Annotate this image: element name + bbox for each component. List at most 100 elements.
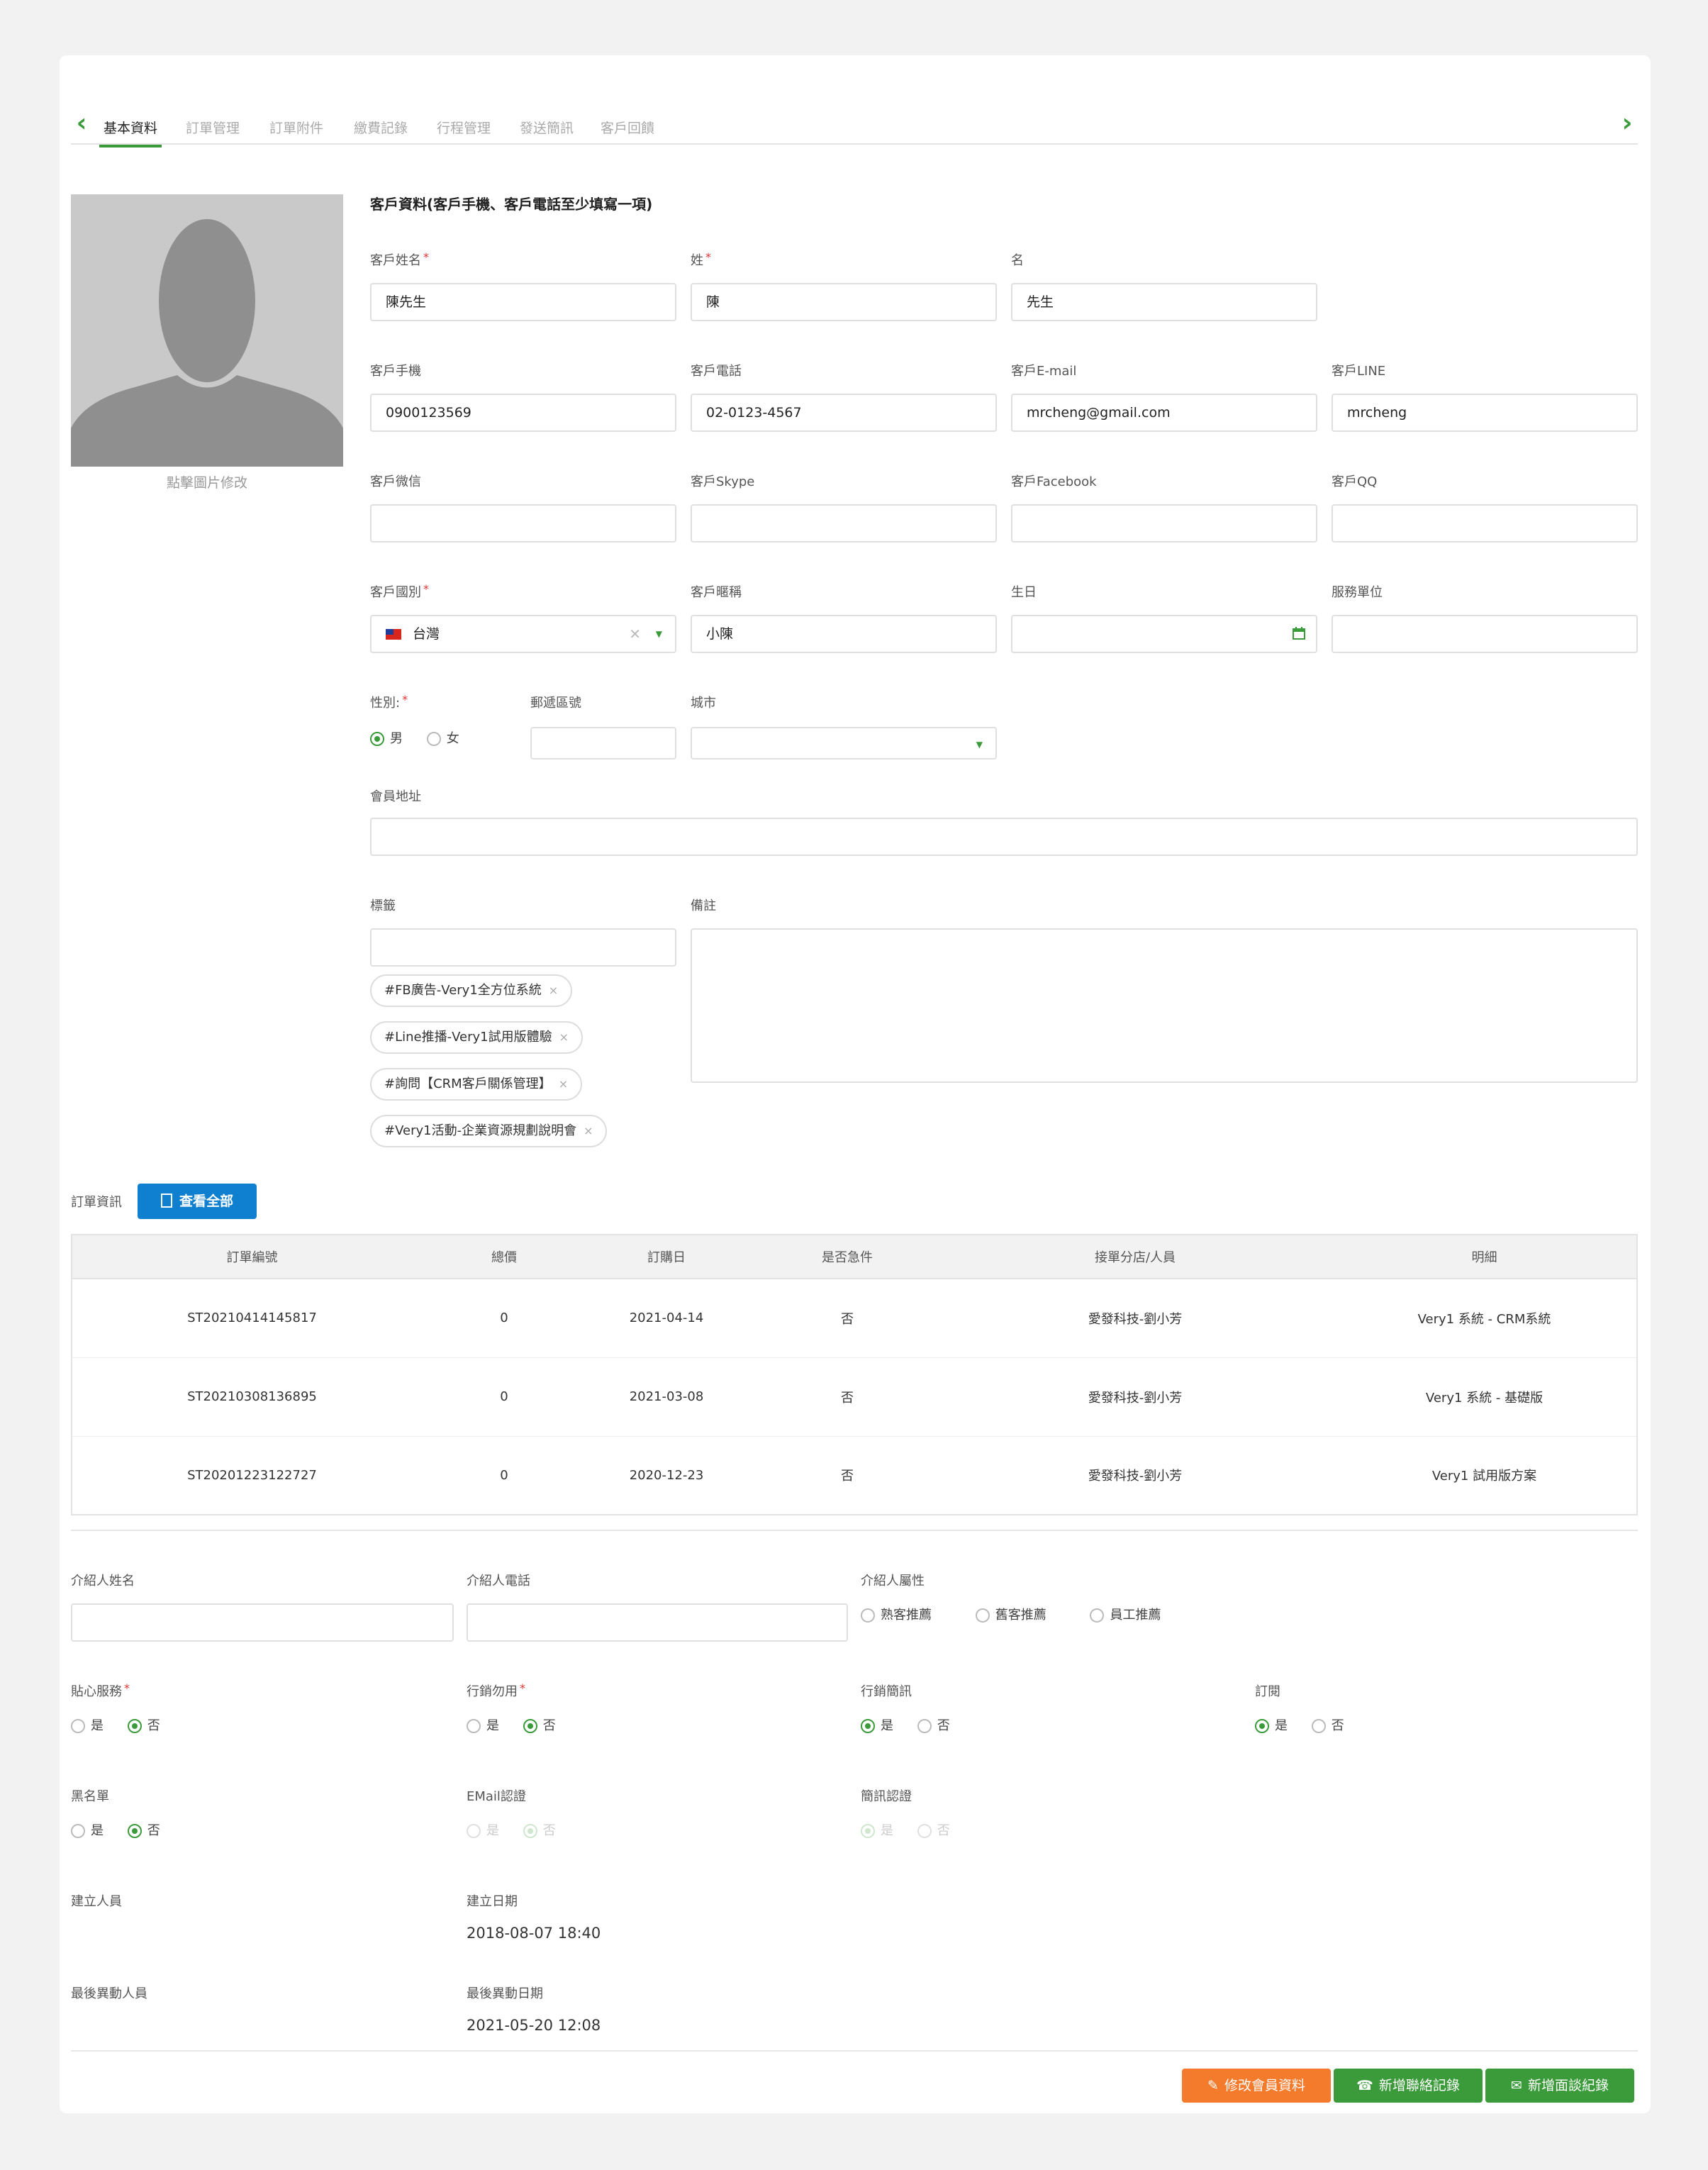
table-row[interactable]: ST20210414145817 0 2021-04-14 否 愛發科技-劉小芳… bbox=[72, 1279, 1637, 1358]
avatar[interactable] bbox=[71, 194, 343, 467]
table-row[interactable]: ST20210308136895 0 2021-03-08 否 愛發科技-劉小芳… bbox=[72, 1357, 1637, 1437]
referrer-type-option[interactable]: 熟客推薦 bbox=[861, 1605, 932, 1623]
staff-cell: 愛發科技-劉小芳 bbox=[938, 1279, 1332, 1358]
close-icon[interactable]: × bbox=[559, 1077, 568, 1091]
mobile-input[interactable]: 0900123569 bbox=[370, 394, 676, 432]
order-no-cell[interactable]: ST20210414145817 bbox=[72, 1279, 432, 1358]
radio-checked-icon bbox=[127, 1719, 142, 1733]
email-input[interactable]: mrcheng@gmail.com bbox=[1011, 394, 1317, 432]
caret-down-icon[interactable]: ▼ bbox=[656, 616, 662, 652]
option-no[interactable]: 否 bbox=[127, 1820, 160, 1839]
zipcode-input[interactable] bbox=[530, 727, 676, 760]
tab-order-attachments[interactable]: 訂單附件 bbox=[265, 118, 328, 143]
customer-name-input[interactable]: 陳先生 bbox=[370, 283, 676, 321]
total-cell: 0 bbox=[432, 1279, 576, 1358]
tab-feedback[interactable]: 客戶回饋 bbox=[596, 118, 659, 143]
birthday-input[interactable] bbox=[1011, 615, 1317, 653]
staff-cell: 愛發科技-劉小芳 bbox=[938, 1357, 1332, 1437]
view-all-button[interactable]: 查看全部 bbox=[138, 1184, 257, 1219]
clear-icon[interactable]: ✕ bbox=[629, 616, 641, 652]
radio-unchecked-icon bbox=[917, 1719, 932, 1733]
add-contact-record-button[interactable]: ☎ 新增聯絡記錄 bbox=[1334, 2069, 1483, 2103]
close-icon[interactable]: × bbox=[584, 1124, 593, 1137]
referrer-phone-label: 介紹人電話 bbox=[467, 1574, 530, 1588]
gender-label: 性別: * bbox=[370, 693, 408, 711]
tab-payments[interactable]: 繳費記錄 bbox=[350, 118, 412, 143]
option-no[interactable]: 否 bbox=[523, 1715, 556, 1734]
care-service-label: 貼心服務 * bbox=[71, 1681, 130, 1699]
gender-female-option[interactable]: 女 bbox=[426, 728, 459, 747]
staff-cell: 愛發科技-劉小芳 bbox=[938, 1436, 1332, 1515]
wechat-label: 客戶微信 bbox=[370, 474, 421, 489]
wechat-input[interactable] bbox=[370, 504, 676, 542]
calendar-icon[interactable] bbox=[1292, 626, 1306, 640]
created-by-label: 建立人員 bbox=[71, 1894, 122, 1909]
tag-chip: #詢問【CRM客戶關係管理】 × bbox=[370, 1068, 583, 1101]
close-icon[interactable]: × bbox=[559, 1030, 569, 1044]
updated-at-value: 2021-05-20 12:08 bbox=[467, 2017, 601, 2034]
line-input[interactable]: mrcheng bbox=[1332, 394, 1638, 432]
chat-icon: ✉ bbox=[1511, 2078, 1522, 2093]
referrer-phone-input[interactable] bbox=[467, 1603, 848, 1642]
option-no[interactable]: 否 bbox=[127, 1715, 160, 1734]
radio-checked-icon bbox=[523, 1824, 537, 1838]
city-select[interactable]: ▼ bbox=[691, 727, 997, 760]
tab-send-sms[interactable]: 發送簡訊 bbox=[515, 118, 578, 143]
chevron-left-icon[interactable]: ‹ bbox=[71, 111, 92, 136]
tab-orders[interactable]: 訂單管理 bbox=[182, 118, 244, 143]
close-icon[interactable]: × bbox=[549, 984, 558, 997]
tag-chip: #FB廣告-Very1全方位系統 × bbox=[370, 974, 573, 1007]
radio-unchecked-icon bbox=[975, 1608, 990, 1623]
qq-input[interactable] bbox=[1332, 504, 1638, 542]
order-no-cell[interactable]: ST20201223122727 bbox=[72, 1436, 432, 1515]
tags-input[interactable] bbox=[370, 928, 676, 967]
radio-checked-icon bbox=[861, 1824, 875, 1838]
option-yes[interactable]: 是 bbox=[467, 1715, 499, 1734]
chevron-right-icon[interactable]: › bbox=[1617, 111, 1638, 136]
option-yes[interactable]: 是 bbox=[861, 1715, 893, 1734]
col-urgent: 是否急件 bbox=[757, 1235, 938, 1279]
option-yes[interactable]: 是 bbox=[71, 1820, 104, 1839]
phone-input[interactable]: 02-0123-4567 bbox=[691, 394, 997, 432]
urgent-cell: 否 bbox=[757, 1436, 938, 1515]
option-no[interactable]: 否 bbox=[917, 1715, 950, 1734]
gender-male-option[interactable]: 男 bbox=[370, 728, 403, 747]
note-textarea[interactable] bbox=[691, 928, 1638, 1083]
blacklist-radio-group: 是 否 bbox=[71, 1820, 180, 1839]
col-order-no: 訂單編號 bbox=[72, 1235, 432, 1279]
country-select[interactable]: 台灣 ✕ ▼ bbox=[370, 615, 676, 653]
sms-verify-radio-group: 是 否 bbox=[861, 1820, 970, 1839]
referrer-type-option[interactable]: 員工推薦 bbox=[1090, 1605, 1161, 1623]
company-input[interactable] bbox=[1332, 615, 1638, 653]
order-no-cell[interactable]: ST20210308136895 bbox=[72, 1357, 432, 1437]
option-yes: 是 bbox=[467, 1820, 499, 1839]
edit-member-button[interactable]: ✎ 修改會員資料 bbox=[1182, 2069, 1331, 2103]
first-name-input[interactable]: 先生 bbox=[1011, 283, 1317, 321]
facebook-label: 客戶Facebook bbox=[1011, 474, 1097, 489]
document-icon bbox=[160, 1193, 172, 1208]
birthday-label: 生日 bbox=[1011, 585, 1037, 600]
tab-basic-info[interactable]: 基本資料 bbox=[99, 118, 162, 148]
radio-unchecked-icon bbox=[1090, 1608, 1105, 1623]
qq-label: 客戶QQ bbox=[1332, 474, 1378, 489]
radio-unchecked-icon bbox=[861, 1608, 875, 1623]
subscribe-radio-group: 是 否 bbox=[1255, 1715, 1364, 1734]
subscribe-label: 訂閱 bbox=[1255, 1684, 1280, 1699]
facebook-input[interactable] bbox=[1011, 504, 1317, 542]
skype-input[interactable] bbox=[691, 504, 997, 542]
tab-itinerary[interactable]: 行程管理 bbox=[432, 118, 495, 143]
last-name-input[interactable]: 陳 bbox=[691, 283, 997, 321]
referrer-name-input[interactable] bbox=[71, 1603, 454, 1642]
option-no[interactable]: 否 bbox=[1311, 1715, 1344, 1734]
table-row[interactable]: ST20201223122727 0 2020-12-23 否 愛發科技-劉小芳… bbox=[72, 1436, 1637, 1515]
radio-unchecked-icon bbox=[467, 1824, 481, 1838]
add-meeting-record-button[interactable]: ✉ 新增面談紀錄 bbox=[1485, 2069, 1634, 2103]
urgent-cell: 否 bbox=[757, 1279, 938, 1358]
nickname-input[interactable]: 小陳 bbox=[691, 615, 997, 653]
address-input[interactable] bbox=[370, 818, 1638, 856]
referrer-type-option[interactable]: 舊客推薦 bbox=[975, 1605, 1046, 1623]
option-yes[interactable]: 是 bbox=[1255, 1715, 1288, 1734]
radio-unchecked-icon bbox=[71, 1824, 85, 1838]
option-yes[interactable]: 是 bbox=[71, 1715, 104, 1734]
orders-table: 訂單編號 總價 訂購日 是否急件 接單分店/人員 明細 ST2021041414… bbox=[71, 1234, 1638, 1515]
